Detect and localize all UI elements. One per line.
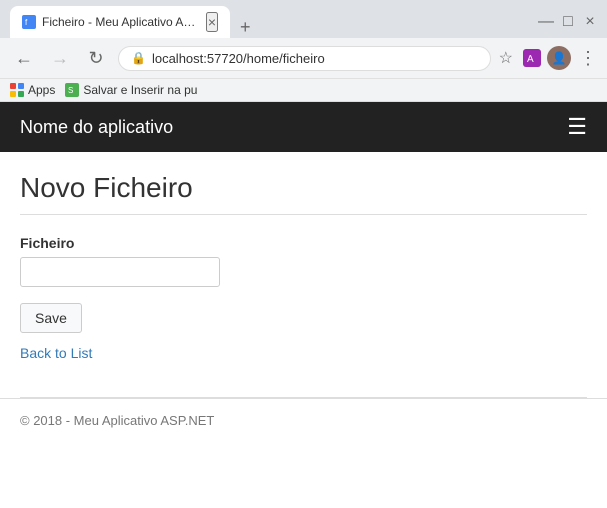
ficheiro-input[interactable] — [20, 257, 220, 287]
new-tab-button[interactable]: + — [236, 17, 255, 38]
address-text: localhost:57720/home/ficheiro — [152, 51, 478, 66]
bookmark-star-button[interactable]: ☆ — [499, 48, 513, 68]
active-tab[interactable]: f Ficheiro - Meu Aplicativo ASP.NE × — [10, 6, 230, 38]
back-button[interactable]: ← — [10, 44, 38, 72]
bookmark-salvar[interactable]: S Salvar e Inserir na pu — [65, 83, 197, 97]
tab-favicon: f — [22, 15, 36, 29]
window-controls: — □ × — [539, 15, 597, 29]
save-button[interactable]: Save — [20, 303, 82, 333]
browser-chrome: f Ficheiro - Meu Aplicativo ASP.NE × + —… — [0, 0, 607, 102]
title-divider — [20, 214, 587, 215]
user-avatar[interactable]: 👤 — [547, 46, 571, 70]
main-content: Novo Ficheiro Ficheiro Save Back to List — [0, 152, 607, 397]
tab-title: Ficheiro - Meu Aplicativo ASP.NE — [42, 15, 200, 29]
back-to-list-link[interactable]: Back to List — [20, 345, 92, 361]
refresh-button[interactable]: ↻ — [82, 44, 110, 72]
maximize-button[interactable]: □ — [561, 15, 575, 29]
page-title: Novo Ficheiro — [20, 172, 587, 204]
ficheiro-label: Ficheiro — [20, 235, 587, 251]
bookmarks-bar: Apps S Salvar e Inserir na pu — [0, 78, 607, 101]
bookmark-salvar-icon: S — [65, 83, 79, 97]
navbar: Nome do aplicativo ☰ — [0, 102, 607, 152]
page-content: Nome do aplicativo ☰ Novo Ficheiro Fiche… — [0, 102, 607, 442]
browser-menu-button[interactable]: ⋮ — [579, 48, 597, 69]
minimize-button[interactable]: — — [539, 15, 553, 29]
footer-text: © 2018 - Meu Aplicativo ASP.NET — [20, 413, 214, 428]
apps-grid-icon — [10, 83, 24, 97]
close-window-button[interactable]: × — [583, 15, 597, 29]
address-bar-row: ← → ↻ 🔒 localhost:57720/home/ficheiro ☆ … — [0, 38, 607, 78]
extension-icon-1[interactable]: A — [521, 47, 543, 69]
bookmark-apps[interactable]: Apps — [10, 83, 55, 97]
address-box[interactable]: 🔒 localhost:57720/home/ficheiro — [118, 46, 491, 71]
tab-close-button[interactable]: × — [206, 12, 218, 32]
title-bar: f Ficheiro - Meu Aplicativo ASP.NE × + —… — [0, 0, 607, 38]
svg-text:A: A — [527, 54, 534, 65]
tab-row: f Ficheiro - Meu Aplicativo ASP.NE × + — [10, 6, 255, 38]
bookmark-apps-label: Apps — [28, 83, 55, 97]
svg-text:S: S — [68, 86, 73, 95]
bookmark-salvar-label: Salvar e Inserir na pu — [83, 83, 197, 97]
ficheiro-form-group: Ficheiro — [20, 235, 587, 287]
navbar-toggle-button[interactable]: ☰ — [567, 114, 587, 140]
forward-button[interactable]: → — [46, 44, 74, 72]
footer: © 2018 - Meu Aplicativo ASP.NET — [0, 398, 607, 442]
navbar-brand: Nome do aplicativo — [20, 117, 173, 138]
lock-icon: 🔒 — [131, 51, 146, 65]
extension-icons: A 👤 — [521, 46, 571, 70]
